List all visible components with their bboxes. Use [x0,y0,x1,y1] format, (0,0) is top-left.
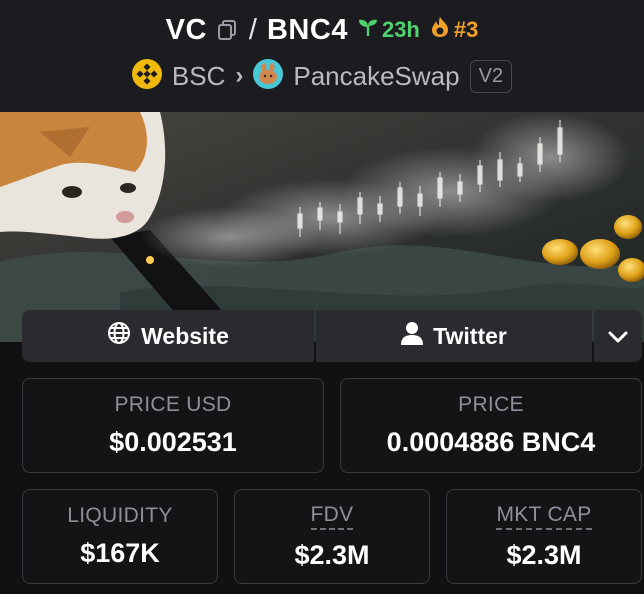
stat-label-price-usd: PRICE USD [114,393,232,416]
pair-header: VC / BNC4 23h #3 BSC › PancakeSwap V2 [0,0,644,112]
pair-title-row: VC / BNC4 23h #3 [0,10,644,50]
stat-value-fdv: $2.3M [294,539,370,570]
website-button[interactable]: Website [22,310,314,362]
token-banner-image [0,112,644,342]
chevron-right-icon: › [235,62,244,89]
website-label: Website [141,322,229,349]
stat-label-mkt-cap[interactable]: MKT CAP [496,503,592,530]
globe-icon [107,321,131,351]
dex-name[interactable]: PancakeSwap [293,61,459,92]
pancakeswap-logo-icon [253,58,284,94]
copy-icon[interactable] [217,19,239,41]
pair-age-badge: 23h [358,17,420,43]
bnb-logo-icon [131,58,162,94]
chevron-down-icon [607,323,629,350]
seedling-icon [358,17,378,43]
dex-version-badge: V2 [469,59,513,93]
more-links-button[interactable] [594,310,642,362]
user-icon [401,321,424,351]
stat-label-fdv[interactable]: FDV [310,503,354,530]
chain-dex-row: BSC › PancakeSwap V2 [0,56,644,96]
stat-liquidity: LIQUIDITY $167K [22,489,218,584]
quote-symbol: BNC4 [266,13,348,46]
stat-value-liquidity: $167K [80,538,160,568]
chain-name[interactable]: BSC [172,61,225,92]
stat-label-price: PRICE [458,393,524,416]
stat-label-liquidity: LIQUIDITY [67,504,173,527]
twitter-label: Twitter [433,322,507,349]
stat-price-native: PRICE 0.0004886 BNC4 [340,378,642,473]
stat-value-mkt-cap: $2.3M [506,539,582,570]
social-links-bar: Website Twitter [22,310,642,362]
stat-mkt-cap[interactable]: MKT CAP $2.3M [446,489,642,584]
trending-rank-badge[interactable]: #3 [430,16,478,44]
pair-separator: / [248,13,257,46]
trending-rank-text: #3 [453,17,479,42]
twitter-button[interactable]: Twitter [316,310,592,362]
flame-icon [430,16,450,44]
token-symbol[interactable]: VC [166,14,207,47]
stat-price-usd: PRICE USD $0.002531 [22,378,324,473]
stat-fdv[interactable]: FDV $2.3M [234,489,430,584]
stat-value-price: 0.0004886 BNC4 [386,427,596,457]
pair-age-text: 23h [381,17,420,42]
stat-value-price-usd: $0.002531 [109,427,237,457]
